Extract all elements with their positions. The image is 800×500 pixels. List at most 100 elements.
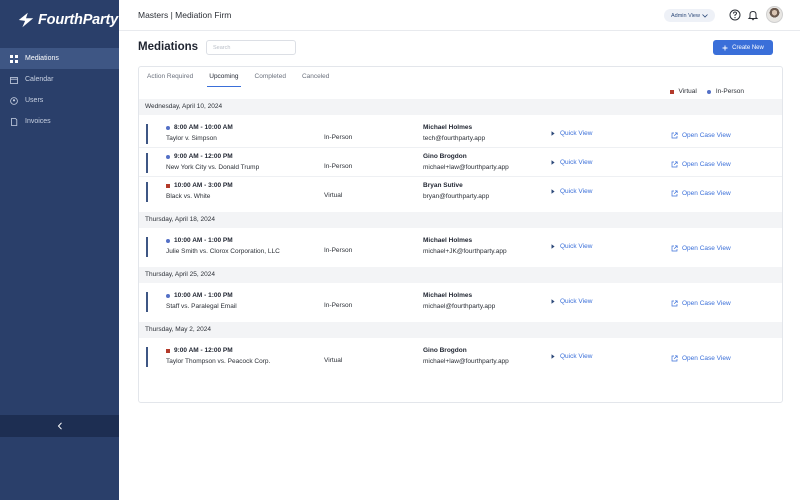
open-case-view-label: Open Case View	[682, 300, 731, 307]
sidebar-item-mediations[interactable]: Mediations	[0, 48, 119, 69]
row-divider	[139, 176, 782, 177]
sidebar-item-invoices[interactable]: Invoices	[0, 111, 119, 132]
mediator-email: michael+law@fourthparty.app	[423, 164, 509, 171]
open-case-view-link[interactable]: Open Case View	[671, 245, 731, 252]
mediator-email: bryan@fourthparty.app	[423, 193, 490, 200]
mediator-name: Gino Brogdon	[423, 153, 467, 160]
mediation-mode: In-Person	[324, 163, 353, 170]
open-case-view-link[interactable]: Open Case View	[671, 190, 731, 197]
in-person-dot-icon	[166, 125, 170, 130]
date-header: Thursday, April 25, 2024	[139, 267, 782, 283]
mediation-row: 10:00 AM - 3:00 PM Black vs. White Virtu…	[139, 178, 782, 206]
user-avatar[interactable]	[766, 6, 783, 23]
quick-view-link[interactable]: Quick View	[551, 243, 592, 250]
time-range: 8:00 AM - 10:00 AM	[166, 124, 233, 131]
collapse-sidebar-button[interactable]	[0, 415, 119, 437]
time-range: 9:00 AM - 12:00 PM	[166, 153, 233, 160]
mediation-mode: Virtual	[324, 192, 343, 199]
caret-right-icon	[551, 131, 555, 136]
mediator-name: Michael Holmes	[423, 292, 473, 299]
quick-view-label: Quick View	[560, 298, 593, 305]
mediator-name: Gino Brogdon	[423, 347, 467, 354]
sidebar-item-label: Mediations	[25, 55, 59, 62]
chevron-down-icon	[702, 13, 708, 18]
caret-right-icon	[551, 299, 555, 304]
external-link-icon	[671, 161, 678, 168]
mediator-email: michael+law@fourthparty.app	[423, 358, 509, 365]
bell-icon[interactable]	[747, 9, 759, 21]
legend-virtual: Virtual	[669, 88, 697, 95]
mediations-card: Action Required Upcoming Completed Cance…	[138, 66, 783, 403]
case-name: Taylor v. Simpson	[166, 135, 217, 142]
caret-right-icon	[551, 244, 555, 249]
time-range: 10:00 AM - 1:00 PM	[166, 237, 233, 244]
fourthparty-logo-icon	[18, 12, 34, 28]
open-case-view-link[interactable]: Open Case View	[671, 355, 731, 362]
legend: Virtual In-Person	[669, 88, 744, 95]
quick-view-link[interactable]: Quick View	[551, 188, 592, 195]
open-case-view-link[interactable]: Open Case View	[671, 132, 731, 139]
sidebar-item-label: Users	[25, 97, 44, 104]
open-case-view-label: Open Case View	[682, 161, 731, 168]
time-text: 10:00 AM - 1:00 PM	[174, 237, 233, 244]
date-header: Thursday, May 2, 2024	[139, 322, 782, 338]
mediator-email: michael@fourthparty.app	[423, 303, 496, 310]
help-icon[interactable]	[729, 9, 741, 21]
legend-in-person-label: In-Person	[715, 88, 744, 95]
external-link-icon	[671, 190, 678, 197]
row-accent-bar	[146, 292, 148, 312]
time-text: 10:00 AM - 3:00 PM	[174, 182, 233, 189]
brand-logo[interactable]: FourthParty	[0, 0, 119, 40]
sidebar-item-users[interactable]: Users	[0, 90, 119, 111]
mediation-row: 9:00 AM - 12:00 PM New York City vs. Don…	[139, 149, 782, 177]
open-case-view-link[interactable]: Open Case View	[671, 300, 731, 307]
mediation-mode: In-Person	[324, 134, 353, 141]
mediator-name: Michael Holmes	[423, 124, 473, 131]
quick-view-link[interactable]: Quick View	[551, 130, 592, 137]
quick-view-label: Quick View	[560, 188, 593, 195]
external-link-icon	[671, 132, 678, 139]
sidebar-item-calendar[interactable]: Calendar	[0, 69, 119, 90]
row-accent-bar	[146, 182, 148, 202]
quick-view-link[interactable]: Quick View	[551, 159, 592, 166]
quick-view-label: Quick View	[560, 243, 593, 250]
create-new-label: Create New	[732, 44, 764, 51]
mediator-name: Bryan Sutive	[423, 182, 463, 189]
case-name: Staff vs. Paralegal Email	[166, 303, 237, 310]
open-case-view-link[interactable]: Open Case View	[671, 161, 731, 168]
time-range: 10:00 AM - 1:00 PM	[166, 292, 233, 299]
quick-view-label: Quick View	[560, 130, 593, 137]
time-text: 9:00 AM - 12:00 PM	[174, 153, 233, 160]
in-person-dot-icon	[706, 89, 711, 94]
mediation-row: 10:00 AM - 1:00 PM Staff vs. Paralegal E…	[139, 288, 782, 316]
sidebar-item-label: Calendar	[25, 76, 54, 83]
caret-right-icon	[551, 160, 555, 165]
search-input[interactable]	[206, 40, 296, 55]
mediator-name: Michael Holmes	[423, 237, 473, 244]
open-case-view-label: Open Case View	[682, 190, 731, 197]
time-text: 10:00 AM - 1:00 PM	[174, 292, 233, 299]
users-icon	[10, 96, 18, 105]
caret-right-icon	[551, 189, 555, 194]
quick-view-label: Quick View	[560, 353, 593, 360]
mediation-row: 10:00 AM - 1:00 PM Julie Smith vs. Cloro…	[139, 233, 782, 261]
mediator-email: michael+JK@fourthparty.app	[423, 248, 507, 255]
open-case-view-label: Open Case View	[682, 132, 731, 139]
mediation-mode: In-Person	[324, 302, 353, 309]
legend-virtual-label: Virtual	[678, 88, 697, 95]
mediator-email: tech@fourthparty.app	[423, 135, 486, 142]
quick-view-link[interactable]: Quick View	[551, 298, 592, 305]
admin-view-dropdown[interactable]: Admin View	[664, 9, 715, 22]
create-new-button[interactable]: Create New	[713, 40, 773, 55]
quick-view-label: Quick View	[560, 159, 593, 166]
tab-completed[interactable]: Completed	[247, 67, 294, 87]
quick-view-link[interactable]: Quick View	[551, 353, 592, 360]
tab-action-required[interactable]: Action Required	[139, 67, 201, 87]
sidebar: FourthParty Mediations Calendar Users In…	[0, 0, 119, 500]
row-accent-bar	[146, 347, 148, 367]
row-divider	[139, 147, 782, 148]
case-name: Taylor Thompson vs. Peacock Corp.	[166, 358, 271, 365]
tab-upcoming[interactable]: Upcoming	[201, 67, 246, 87]
open-case-view-label: Open Case View	[682, 245, 731, 252]
tab-canceled[interactable]: Canceled	[294, 67, 337, 87]
